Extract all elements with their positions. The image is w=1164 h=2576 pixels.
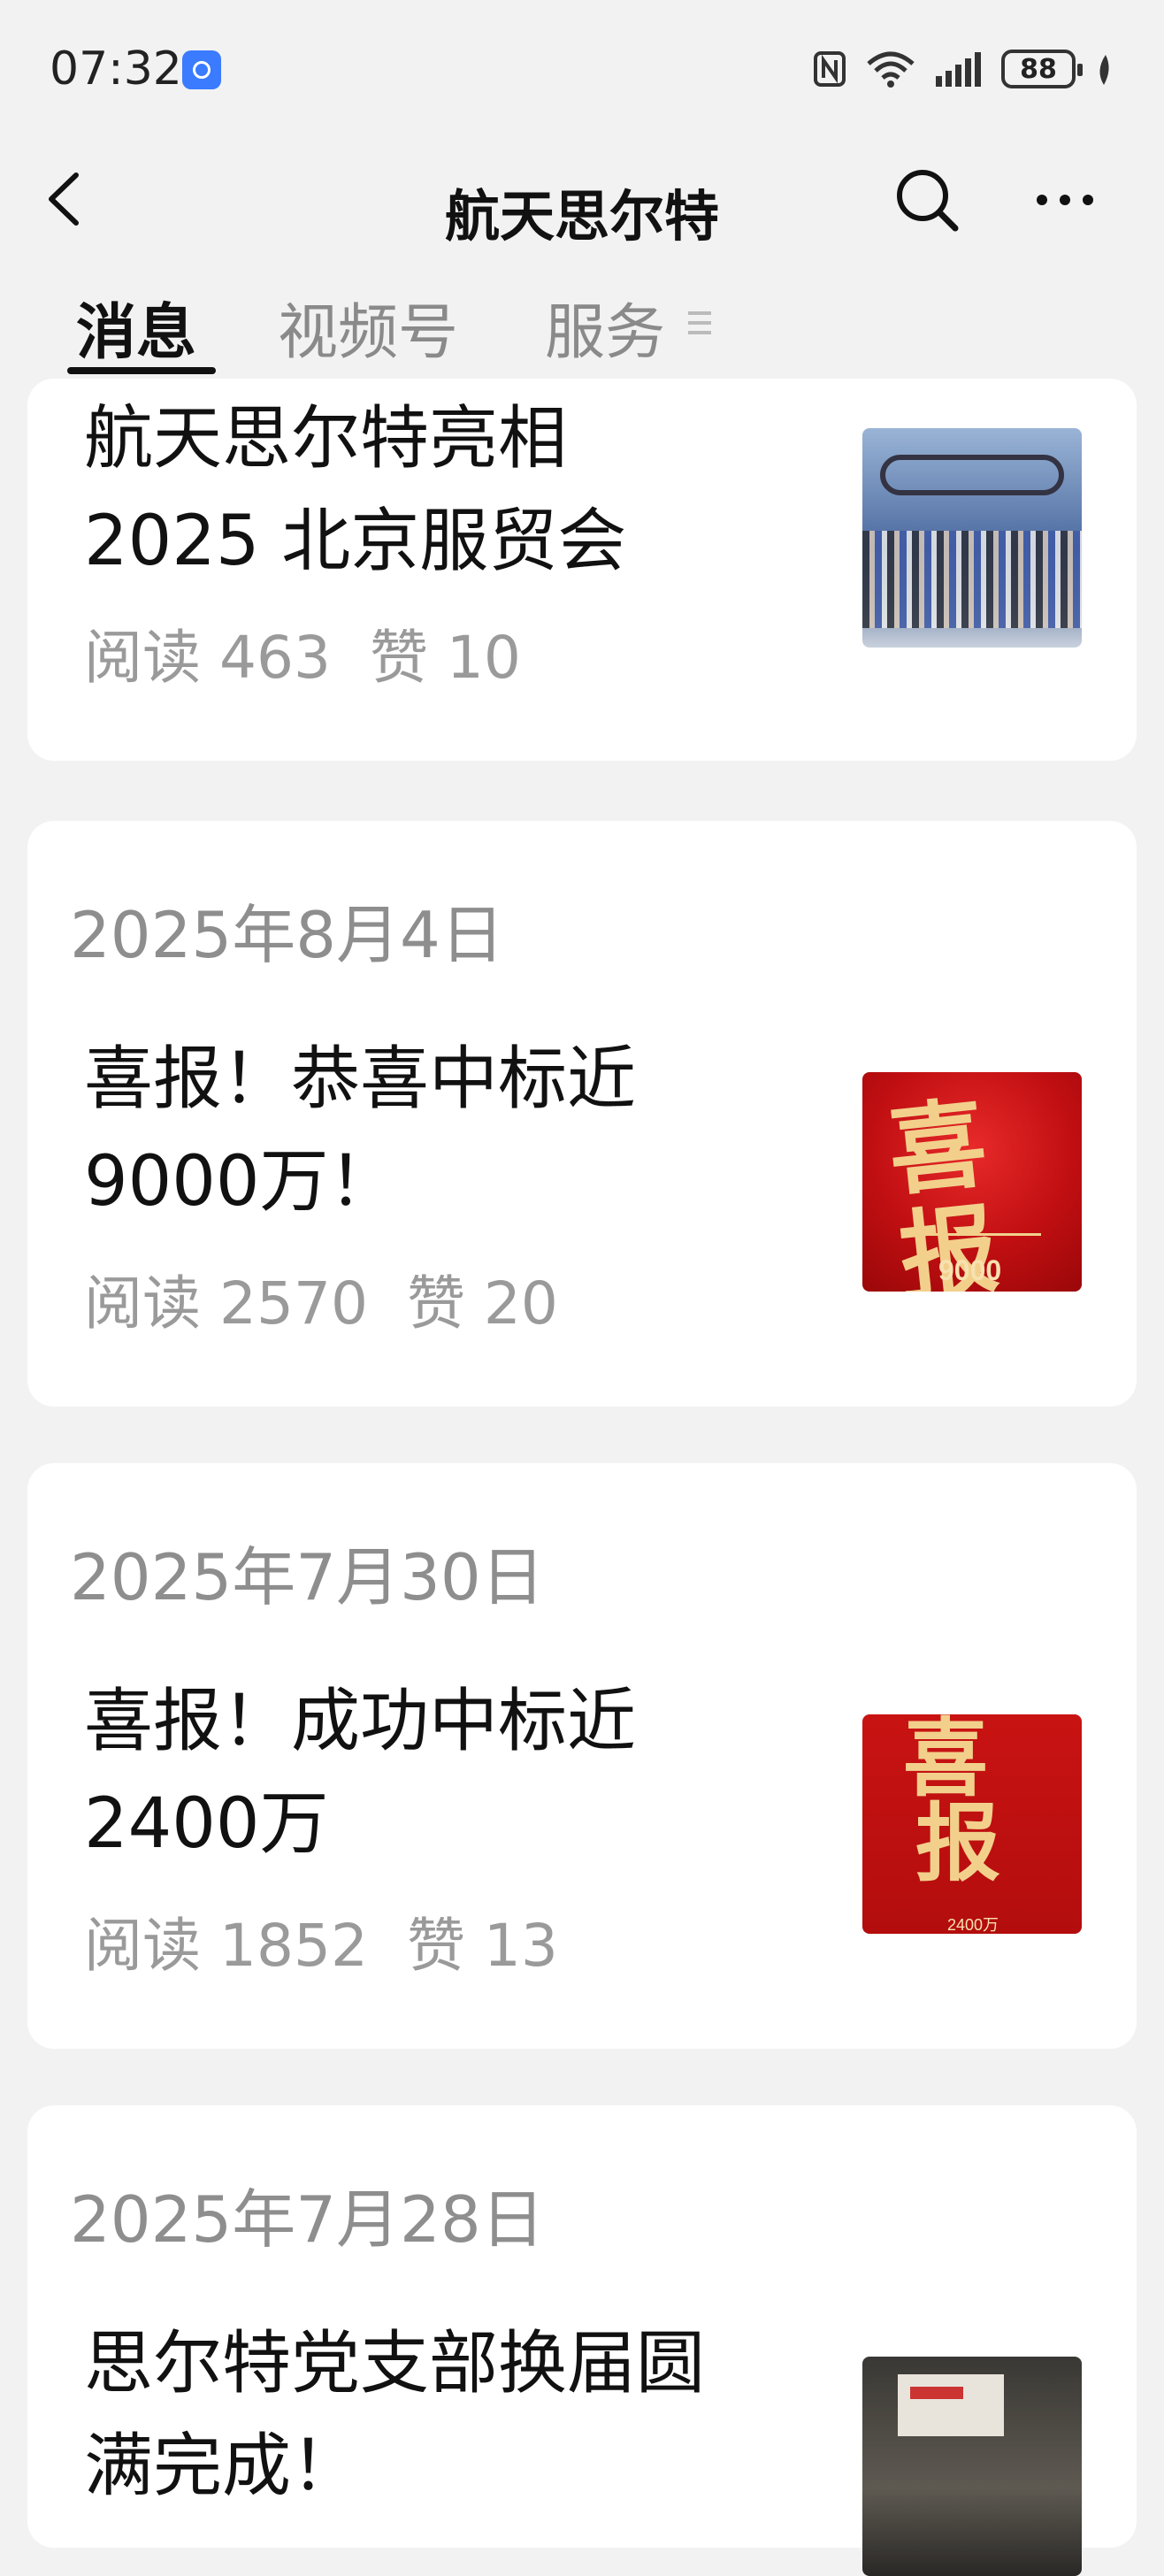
wifi-icon	[867, 51, 915, 88]
article-stats: 阅读 1852 赞 13	[84, 1898, 558, 1983]
poster-divider	[903, 1233, 1041, 1236]
article-title-line: 喜报！恭喜中标近	[84, 1039, 637, 1119]
article-title-line: 2025 北京服贸会	[84, 502, 627, 581]
like-count: 赞 13	[406, 1912, 558, 1980]
article-title-line: 满完成！	[84, 2426, 361, 2506]
poster-headline-1: 喜	[903, 1714, 988, 1808]
battery-icon: 88	[1001, 50, 1083, 88]
page-title: 航天思尔特	[444, 184, 719, 249]
read-count: 阅读 2570	[84, 1269, 368, 1338]
like-count: 赞 20	[406, 1269, 558, 1338]
read-count: 阅读 463	[84, 624, 331, 692]
article-title-line: 喜报！成功中标近	[84, 1682, 637, 1761]
article-date: 2025年7月30日	[70, 1540, 545, 1614]
system-icons: 88	[812, 44, 1114, 94]
article-title-line: 2400万	[84, 1784, 329, 1864]
article-date: 2025年7月28日	[70, 2182, 545, 2257]
app-notification-icon	[182, 50, 221, 89]
active-tab-indicator	[67, 367, 216, 374]
more-icon[interactable]	[1031, 166, 1099, 234]
status-bar: 07:32 88	[0, 0, 1164, 142]
search-icon[interactable]	[893, 166, 961, 234]
thumbnail-stage-shape	[880, 455, 1064, 495]
article-card[interactable]: 2025年7月30日 喜报！成功中标近 2400万 阅读 1852 赞 13 喜 …	[27, 1463, 1137, 2049]
nfc-icon	[814, 51, 846, 87]
article-stats: 阅读 463 赞 10	[84, 610, 521, 695]
services-menu-icon[interactable]	[688, 311, 711, 341]
article-stats: 阅读 2570 赞 20	[84, 1256, 558, 1341]
article-title[interactable]: 喜报！恭喜中标近 9000万！	[84, 1028, 792, 1233]
like-count: 赞 10	[369, 624, 521, 692]
signal-icon	[936, 52, 981, 87]
poster-amount: 2400万	[947, 1916, 999, 1934]
tab-services[interactable]: 服务	[545, 283, 665, 371]
article-title-line: 航天思尔特亮相	[84, 399, 568, 479]
thumbnail-crowd	[862, 531, 1082, 628]
poster-headline-2: 报	[915, 1793, 1000, 1893]
article-card[interactable]: 2025年8月4日 喜报！恭喜中标近 9000万！ 阅读 2570 赞 20 喜报…	[27, 821, 1137, 1407]
article-thumbnail[interactable]	[862, 428, 1082, 648]
status-time: 07:32	[50, 42, 182, 96]
leaf-icon	[1099, 55, 1109, 85]
article-date: 2025年8月4日	[70, 898, 504, 972]
article-card[interactable]: 航天思尔特亮相 2025 北京服贸会 阅读 463 赞 10	[27, 379, 1137, 761]
article-title-line: 思尔特党支部换届圆	[84, 2324, 706, 2404]
tab-bar: 消息 视频号 服务	[0, 274, 1164, 379]
article-thumbnail[interactable]: 喜报 9000	[862, 1072, 1082, 1292]
tab-messages[interactable]: 消息	[76, 283, 196, 371]
article-title[interactable]: 思尔特党支部换届圆 满完成！	[84, 2312, 845, 2518]
article-title-line: 9000万！	[84, 1142, 398, 1222]
nav-header: 航天思尔特	[0, 142, 1164, 274]
article-title[interactable]: 航天思尔特亮相 2025 北京服贸会	[84, 387, 792, 593]
article-title[interactable]: 喜报！成功中标近 2400万	[84, 1670, 792, 1875]
article-thumbnail[interactable]	[862, 2357, 1082, 2576]
article-thumbnail[interactable]: 喜 报 2400万	[862, 1714, 1082, 1934]
article-card[interactable]: 2025年7月28日 思尔特党支部换届圆 满完成！	[27, 2105, 1137, 2576]
poster-amount: 9000	[938, 1254, 1002, 1286]
thumbnail-screen	[898, 2374, 1004, 2436]
read-count: 阅读 1852	[84, 1912, 368, 1980]
tab-channels[interactable]: 视频号	[278, 283, 458, 371]
